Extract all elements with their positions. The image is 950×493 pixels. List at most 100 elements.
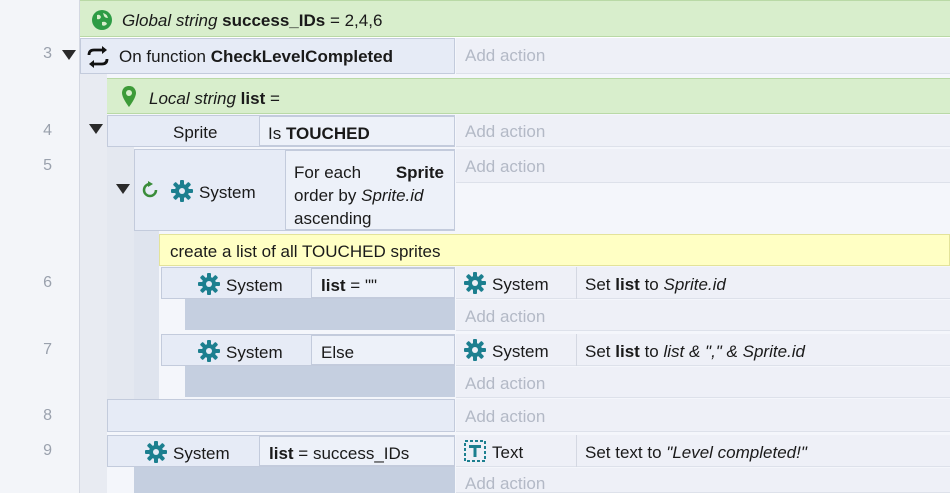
condition-cell[interactable]: list = "" bbox=[311, 268, 455, 298]
action-bold: list bbox=[615, 275, 640, 294]
action-row[interactable]: System Set list to list & "," & Sprite.i… bbox=[456, 334, 950, 366]
event-body-block bbox=[134, 467, 455, 493]
function-name: CheckLevelCompleted bbox=[210, 47, 394, 66]
event-condition-row[interactable]: System For each Sprite order by Sprite.i… bbox=[134, 149, 455, 231]
event-condition-row[interactable]: System Else bbox=[161, 334, 455, 366]
add-action-row[interactable]: Add action bbox=[456, 149, 950, 183]
line-number: 7 bbox=[43, 341, 52, 358]
cell-divider bbox=[576, 267, 577, 299]
variable-value: = 2,4,6 bbox=[329, 11, 383, 30]
condition-bold: list bbox=[269, 444, 294, 463]
gear-icon bbox=[464, 339, 486, 361]
action-object-name: System bbox=[492, 275, 549, 294]
collapse-toggle[interactable] bbox=[62, 50, 76, 60]
line-number: 8 bbox=[43, 407, 52, 424]
event-body-block bbox=[185, 366, 455, 397]
action-prefix: Set text to bbox=[585, 443, 662, 462]
text-object-icon bbox=[464, 440, 486, 462]
refresh-icon bbox=[85, 44, 111, 70]
collapse-toggle[interactable] bbox=[116, 184, 130, 194]
line-number: 5 bbox=[43, 157, 52, 174]
condition-line1-prefix: For each bbox=[294, 163, 362, 182]
global-variable-row[interactable]: Global string success_IDs = 2,4,6 bbox=[80, 0, 950, 37]
comment-row[interactable]: create a list of all TOUCHED sprites bbox=[159, 234, 950, 266]
collapse-toggle[interactable] bbox=[89, 124, 103, 134]
object-name: System bbox=[226, 343, 283, 362]
condition-text: Else bbox=[321, 343, 355, 362]
gear-icon bbox=[198, 340, 220, 362]
pin-icon bbox=[121, 85, 137, 109]
local-variable-row[interactable]: Local string list = bbox=[107, 78, 950, 114]
line-number: 6 bbox=[43, 274, 52, 291]
action-italic: Sprite.id bbox=[663, 275, 726, 294]
action-italic: list & "," & Sprite.id bbox=[663, 342, 805, 361]
gear-icon bbox=[198, 273, 220, 295]
function-event-condition[interactable]: On function CheckLevelCompleted bbox=[80, 38, 455, 74]
add-action-link[interactable]: Add action bbox=[465, 408, 545, 425]
add-action-row[interactable]: Add action bbox=[456, 115, 950, 147]
line-number: 3 bbox=[43, 45, 52, 62]
variable-name: success_IDs bbox=[222, 11, 326, 30]
condition-rest: = success_IDs bbox=[298, 444, 410, 463]
condition-cell[interactable]: Is TOUCHED bbox=[259, 116, 455, 146]
add-action-row[interactable]: Add action bbox=[456, 367, 950, 398]
add-action-link[interactable]: Add action bbox=[465, 123, 545, 140]
action-object-name: System bbox=[492, 342, 549, 361]
object-name: System bbox=[199, 183, 256, 202]
action-row[interactable]: System Set list to Sprite.id bbox=[456, 267, 950, 299]
empty-event-condition[interactable] bbox=[107, 399, 455, 432]
action-mid: to bbox=[644, 342, 659, 361]
condition-line3: ascending bbox=[294, 209, 372, 228]
action-row[interactable]: Text Set text to "Level completed!" bbox=[456, 435, 950, 467]
condition-bold: TOUCHED bbox=[285, 124, 370, 143]
condition-line1-bold: Sprite bbox=[395, 163, 444, 182]
action-prefix: Set bbox=[585, 342, 611, 361]
event-indent-bar bbox=[134, 231, 159, 399]
event-indent-bar bbox=[80, 74, 107, 493]
add-action-link[interactable]: Add action bbox=[465, 375, 545, 392]
action-text: Set list to list & "," & Sprite.id bbox=[585, 343, 805, 360]
condition-rest: = "" bbox=[350, 276, 378, 295]
action-italic: "Level completed!" bbox=[666, 443, 807, 462]
add-action-row[interactable]: Add action bbox=[456, 468, 950, 493]
add-action-row[interactable]: Add action bbox=[456, 300, 950, 331]
variable-type-label: Local string bbox=[149, 89, 236, 108]
add-action-row[interactable]: Add action bbox=[456, 38, 950, 74]
object-name: System bbox=[173, 444, 230, 463]
action-text: Set text to "Level completed!" bbox=[585, 444, 807, 461]
gear-icon bbox=[145, 441, 167, 463]
cell-divider bbox=[576, 334, 577, 366]
variable-name: list bbox=[240, 89, 266, 108]
add-action-link[interactable]: Add action bbox=[465, 47, 545, 64]
condition-line2-prefix: order by bbox=[294, 186, 357, 205]
condition-cell[interactable]: list = success_IDs bbox=[259, 436, 455, 466]
action-object-name: Text bbox=[492, 443, 524, 462]
gear-icon bbox=[171, 180, 193, 202]
event-body-block bbox=[185, 299, 455, 330]
condition-line2-italic: Sprite.id bbox=[361, 186, 424, 205]
condition-cell[interactable]: For each Sprite order by Sprite.id ascen… bbox=[285, 150, 455, 230]
loop-icon bbox=[141, 181, 159, 199]
add-action-row[interactable]: Add action bbox=[456, 399, 950, 432]
condition-bold: list bbox=[321, 276, 346, 295]
condition-cell[interactable]: Else bbox=[311, 335, 455, 365]
comment-text: create a list of all TOUCHED sprites bbox=[170, 242, 441, 261]
action-mid: to bbox=[644, 275, 659, 294]
line-number: 4 bbox=[43, 122, 52, 139]
add-action-link[interactable]: Add action bbox=[465, 158, 545, 175]
event-condition-row[interactable]: System list = "" bbox=[161, 267, 455, 299]
variable-value: = bbox=[269, 89, 280, 108]
action-bold: list bbox=[615, 342, 640, 361]
add-action-link[interactable]: Add action bbox=[465, 308, 545, 325]
condition-prefix: Is bbox=[268, 124, 282, 143]
line-number: 9 bbox=[43, 442, 52, 459]
add-action-link[interactable]: Add action bbox=[465, 475, 545, 492]
action-text: Set list to Sprite.id bbox=[585, 276, 726, 293]
variable-type-label: Global string bbox=[122, 11, 218, 30]
function-prefix: On function bbox=[119, 47, 206, 66]
cell-divider bbox=[576, 435, 577, 467]
event-condition-row[interactable]: System list = success_IDs bbox=[107, 435, 455, 467]
object-name: System bbox=[226, 276, 283, 295]
object-name: Sprite bbox=[173, 123, 218, 142]
event-condition-row[interactable]: Sprite Is TOUCHED bbox=[107, 115, 455, 147]
